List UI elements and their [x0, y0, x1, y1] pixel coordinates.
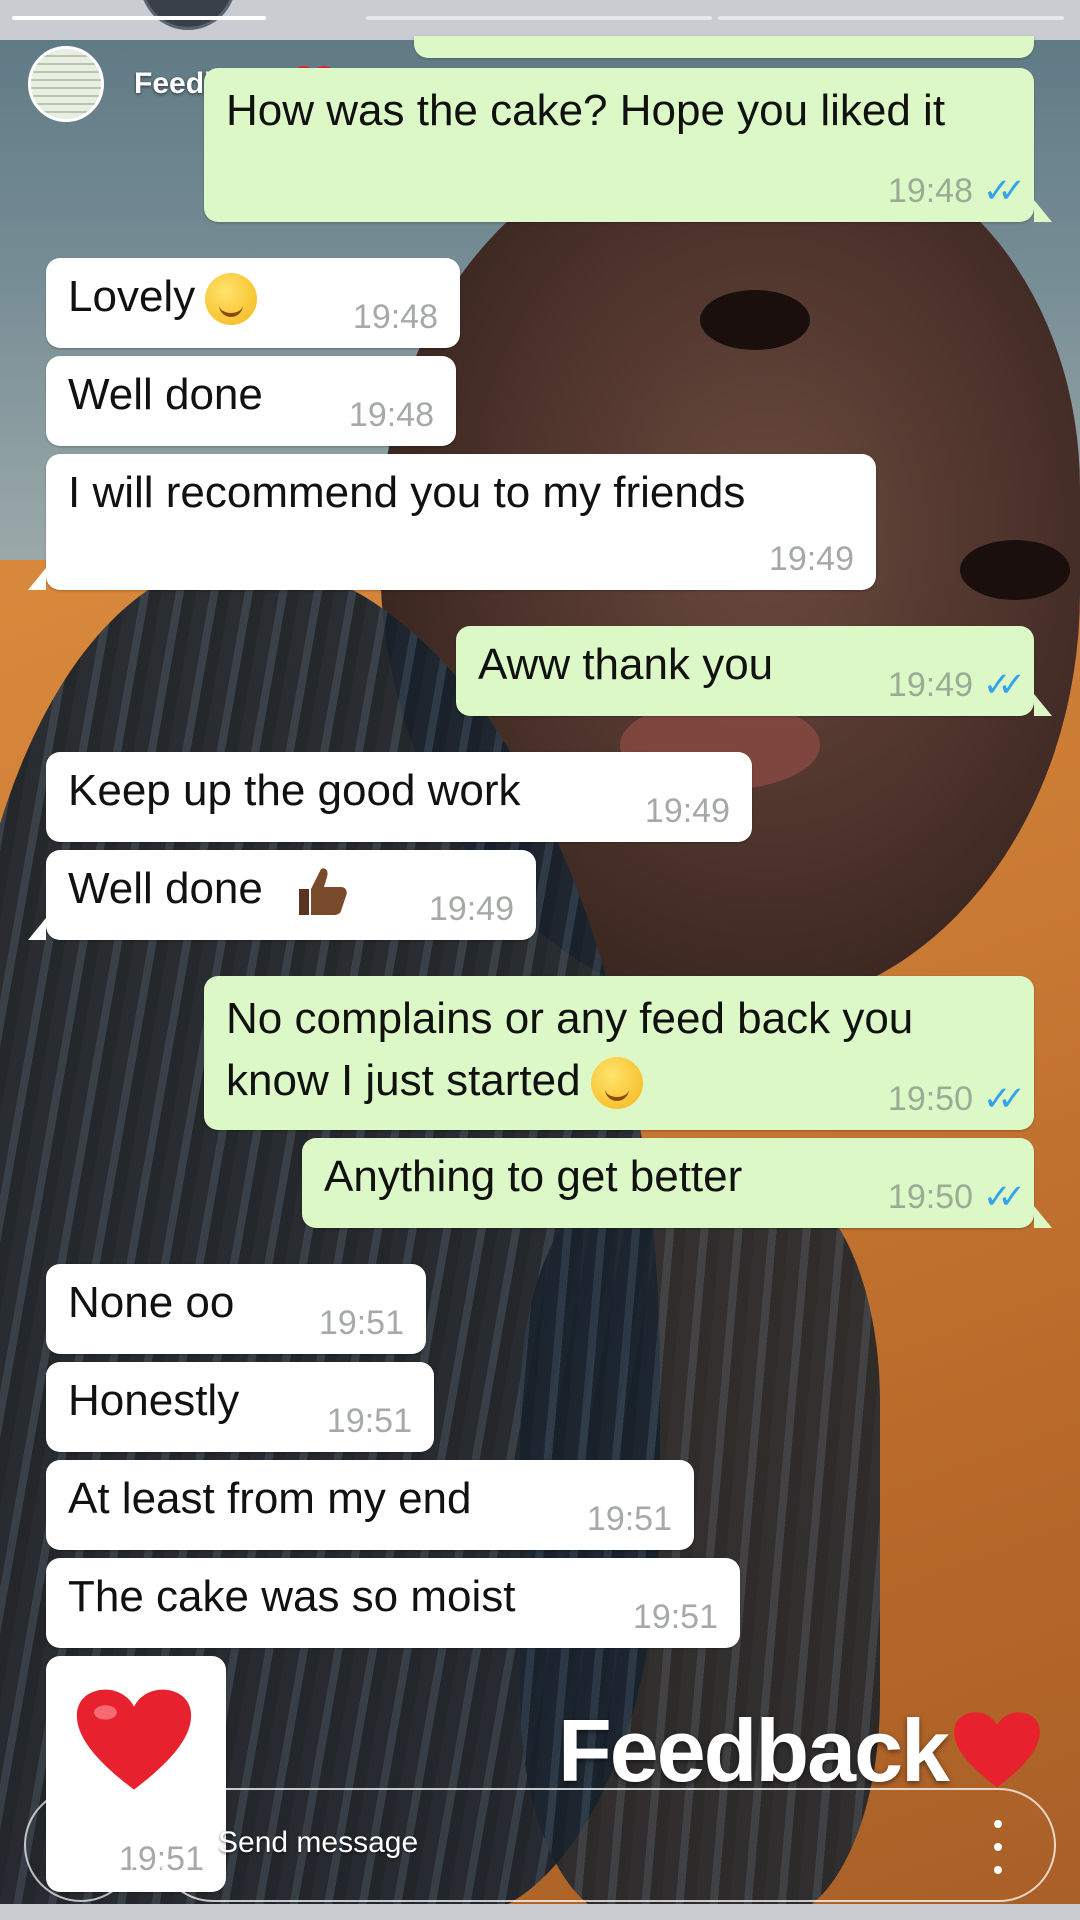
chat-bubble-incoming: At least from my end 19:51	[46, 1460, 694, 1550]
story-top-bar	[0, 0, 1080, 40]
chat-bubble-outgoing: Anything to get better 19:50 ✓✓	[302, 1138, 1052, 1228]
story-progress-segment	[718, 16, 1064, 20]
message-time: 19:49	[768, 540, 854, 578]
wink-face-icon	[590, 1057, 643, 1110]
message-meta: 19:48	[349, 398, 434, 432]
chat-bubble-outgoing: How was the cake? Hope you liked it 19:4…	[204, 68, 1052, 222]
message-time: 19:48	[352, 298, 438, 336]
chat-bubble-outgoing: No complains or any feed back you know I…	[204, 976, 1034, 1130]
message-time: 19:51	[586, 1500, 672, 1538]
message-meta: 19:50 ✓✓	[887, 1178, 1026, 1216]
message-meta: 19:49	[645, 794, 730, 828]
chat-bubble-incoming: Honestly 19:51	[46, 1362, 434, 1452]
chat-bubble-incoming: Well done 19:49	[28, 850, 536, 940]
double-check-icon: ✓✓	[983, 1080, 1026, 1118]
message-text: Keep up the good work	[68, 766, 521, 815]
chat-bubble-incoming: Well done 19:48	[46, 356, 456, 446]
message-time: 19:48	[887, 172, 974, 210]
message-text: I will recommend you to my friends	[68, 468, 746, 517]
message-meta: 19:51	[327, 1404, 412, 1438]
chat-bubble-incoming: None oo 19:51	[46, 1264, 426, 1354]
bottom-edge	[0, 1904, 1080, 1920]
message-text: How was the cake? Hope you liked it	[226, 86, 946, 135]
send-message-placeholder: Send message	[218, 1826, 419, 1859]
chat-bubble-incoming: Lovely 19:48	[46, 258, 460, 348]
chat-bubble-incoming: I will recommend you to my friends 19:49	[28, 454, 876, 590]
message-meta: 19:51	[633, 1600, 718, 1634]
message-time: 19:50	[887, 1178, 974, 1216]
message-meta: 19:48	[353, 300, 438, 334]
bubble-tail	[1034, 1206, 1052, 1228]
heart-icon	[954, 1712, 1040, 1788]
chat-bubble-outgoing: Aww thank you 19:49 ✓✓	[456, 626, 1052, 716]
message-meta: 19:51	[319, 1306, 404, 1340]
message-time: 19:49	[887, 666, 974, 704]
story-progress-segment	[366, 16, 712, 20]
message-text: Lovely	[68, 272, 196, 321]
message-meta: 19:48 ✓✓	[887, 172, 1026, 210]
message-meta: 19:50 ✓✓	[887, 1080, 1026, 1118]
bubble-tail	[28, 918, 46, 940]
message-time: 19:51	[318, 1304, 404, 1342]
double-check-icon: ✓✓	[983, 1178, 1026, 1216]
red-heart-icon	[76, 1689, 192, 1790]
send-message-bar: Send message	[24, 1788, 1056, 1902]
message-text: The cake was so moist	[68, 1572, 516, 1621]
send-message-input[interactable]: Send message	[156, 1788, 1056, 1902]
message-time: 19:50	[887, 1080, 974, 1118]
message-meta: 19:49	[429, 892, 514, 926]
message-time: 19:49	[428, 890, 514, 928]
message-time: 19:51	[326, 1402, 412, 1440]
chat-bubble-incoming: The cake was so moist 19:51	[46, 1558, 740, 1648]
thumbs-up-icon	[299, 868, 347, 916]
bubble-tail	[1034, 694, 1052, 716]
message-text: No complains or any feed back you know I…	[226, 994, 914, 1105]
message-meta: 19:51	[587, 1502, 672, 1536]
bubble-tail	[1034, 200, 1052, 222]
double-check-icon: ✓✓	[983, 666, 1026, 704]
yum-face-icon	[205, 273, 258, 326]
top-avatar	[140, 0, 236, 30]
message-time: 19:51	[632, 1598, 718, 1636]
message-time: 19:49	[644, 792, 730, 830]
double-check-icon: ✓✓	[983, 172, 1026, 210]
story-avatar[interactable]	[28, 46, 104, 122]
chat-bubble-incoming: Keep up the good work 19:49	[46, 752, 752, 842]
camera-button[interactable]	[24, 1788, 138, 1902]
message-time: 19:48	[348, 396, 434, 434]
bubble-tail	[28, 568, 46, 590]
message-text: At least from my end	[68, 1474, 472, 1523]
overlay-title-text: Feedback	[558, 1701, 950, 1800]
story-progress-segment	[12, 16, 266, 20]
camera-icon	[57, 1827, 105, 1865]
chat-bubble-partial	[414, 36, 1034, 58]
more-options-icon[interactable]	[994, 1820, 1004, 1874]
message-meta: 19:49 ✓✓	[887, 666, 1026, 704]
message-text: Well done	[68, 864, 263, 913]
message-meta: 19:49	[769, 542, 854, 576]
story-overlay-title: Feedback	[558, 1700, 1042, 1802]
